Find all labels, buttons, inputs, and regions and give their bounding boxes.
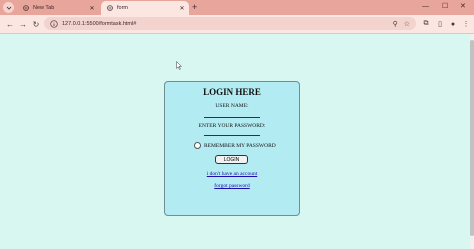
back-arrow-icon[interactable]: ← bbox=[4, 18, 16, 30]
menu-icon[interactable]: ⋮ bbox=[460, 18, 472, 30]
new-tab-button[interactable]: + bbox=[192, 2, 197, 13]
sidebar-icon[interactable]: ▯ bbox=[434, 18, 446, 30]
tab-search-button[interactable] bbox=[3, 2, 14, 13]
chevron-down-icon bbox=[6, 6, 11, 10]
mouse-cursor-icon bbox=[176, 61, 182, 70]
no-account-link[interactable]: i don't have an account bbox=[165, 171, 299, 177]
close-icon[interactable]: ✕ bbox=[178, 5, 186, 12]
tab-new-tab[interactable]: New Tab ✕ bbox=[17, 1, 99, 15]
tab-strip: New Tab ✕ form ✕ + — ☐ ✕ bbox=[0, 0, 474, 15]
forgot-password-link[interactable]: forgot password bbox=[165, 183, 299, 189]
bookmark-star-icon[interactable]: ☆ bbox=[404, 20, 410, 28]
username-label: USER NAME: bbox=[215, 103, 249, 109]
tab-label: New Tab bbox=[33, 5, 55, 11]
login-form: LOGIN HERE USER NAME: ENTER YOUR PASSWOR… bbox=[164, 81, 300, 216]
password-input[interactable] bbox=[204, 130, 260, 136]
window-close-icon[interactable]: ✕ bbox=[460, 2, 466, 12]
globe-icon bbox=[107, 5, 113, 11]
username-input[interactable] bbox=[204, 112, 260, 118]
browser-toolbar: ← → ↻ 127.0.0.1:5500/formtask.html# ⚲ ☆ … bbox=[0, 15, 474, 34]
login-button[interactable]: LOGIN bbox=[215, 155, 248, 164]
remember-me[interactable]: REMEMBER MY PASSWORD bbox=[194, 142, 276, 149]
minimize-icon[interactable]: — bbox=[422, 2, 429, 12]
extensions-icon[interactable]: ⧉ bbox=[420, 18, 432, 30]
maximize-icon[interactable]: ☐ bbox=[442, 2, 448, 12]
password-label: ENTER YOUR PASSWORD: bbox=[198, 123, 266, 129]
globe-icon bbox=[23, 5, 29, 11]
forward-arrow-icon[interactable]: → bbox=[17, 18, 29, 30]
close-icon[interactable]: ✕ bbox=[88, 5, 96, 12]
reload-icon[interactable]: ↻ bbox=[30, 18, 42, 30]
remember-radio[interactable] bbox=[194, 142, 201, 149]
profile-icon[interactable]: ● bbox=[447, 18, 459, 30]
remember-label: REMEMBER MY PASSWORD bbox=[204, 142, 276, 149]
zoom-icon[interactable]: ⚲ bbox=[393, 20, 398, 28]
tab-form[interactable]: form ✕ bbox=[101, 1, 189, 15]
login-title: LOGIN HERE bbox=[203, 87, 261, 97]
info-icon[interactable] bbox=[50, 19, 58, 28]
tab-label: form bbox=[117, 5, 128, 11]
scrollbar-thumb[interactable] bbox=[470, 40, 474, 236]
address-bar[interactable]: 127.0.0.1:5500/formtask.html# ⚲ ☆ bbox=[44, 17, 416, 30]
url-text: 127.0.0.1:5500/formtask.html# bbox=[62, 20, 137, 27]
